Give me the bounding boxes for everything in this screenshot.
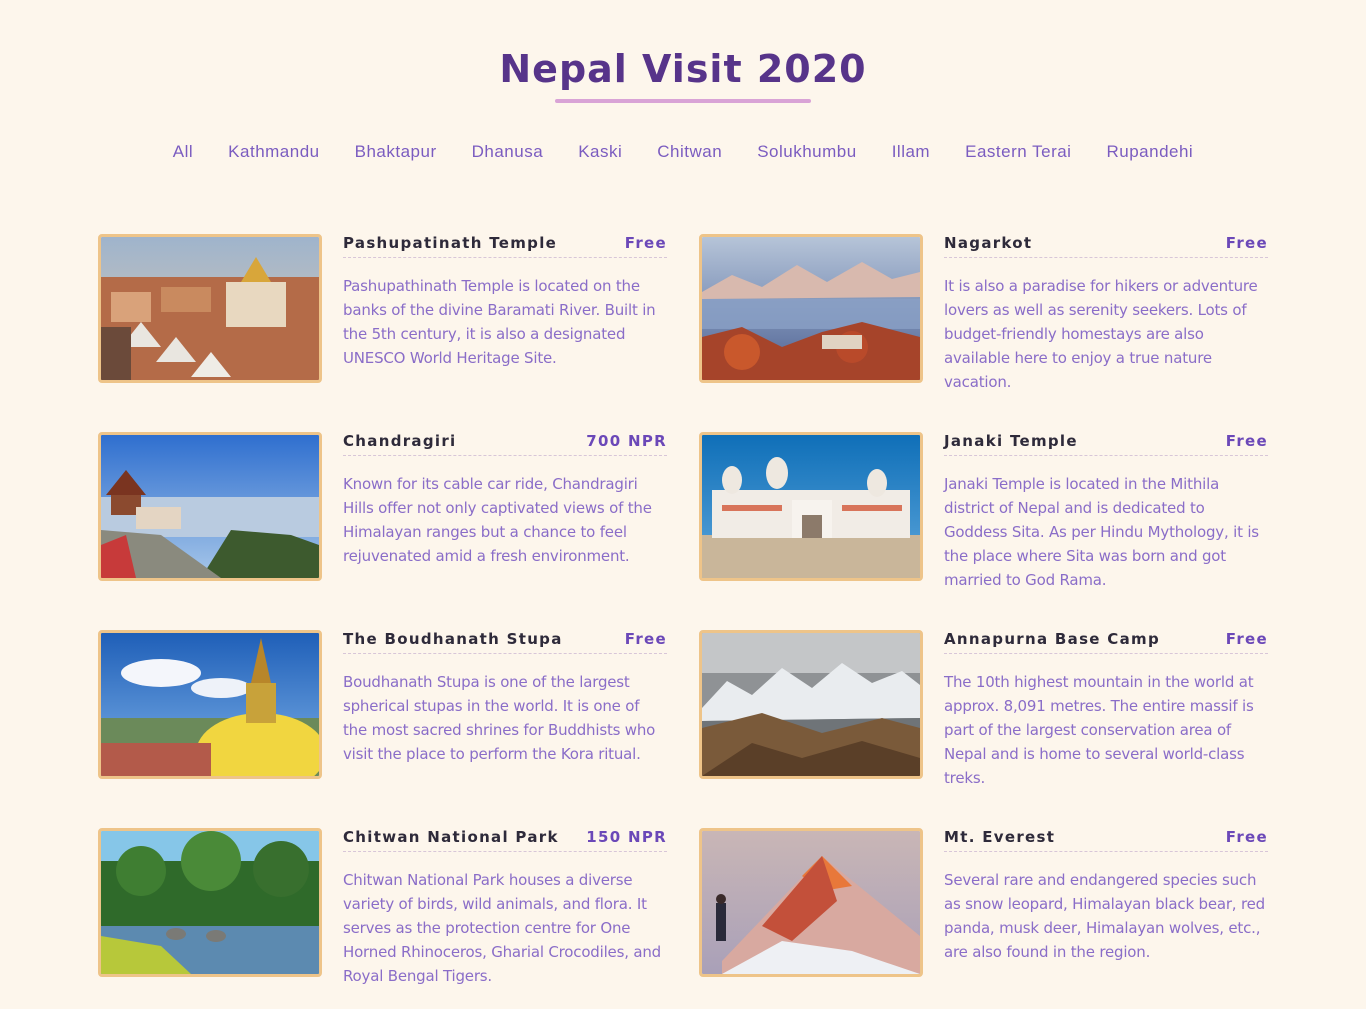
destination-name[interactable]: The Boudhanath Stupa — [343, 630, 563, 648]
destination-name[interactable]: Chitwan National Park — [343, 828, 559, 846]
jungle-river-image[interactable] — [98, 828, 322, 977]
hilltop-temple-image[interactable] — [98, 432, 322, 581]
destination-card: Chitwan National Park 150 NPR Chitwan Na… — [98, 828, 667, 985]
snow-range-image[interactable] — [699, 630, 923, 779]
destination-description: It is also a paradise for hikers or adve… — [944, 277, 1258, 391]
filter-all[interactable]: All — [173, 141, 193, 163]
card-header: Mt. Everest Free — [944, 828, 1268, 852]
card-info: The Boudhanath Stupa Free Boudhanath Stu… — [343, 630, 667, 778]
page-title: Nepal Visit 2020 — [499, 47, 867, 91]
card-header: Janaki Temple Free — [944, 432, 1268, 456]
destination-name[interactable]: Pashupatinath Temple — [343, 234, 557, 252]
filter-kaski[interactable]: Kaski — [578, 141, 622, 163]
white-palace-image[interactable] — [699, 432, 923, 581]
destination-description: Chitwan National Park houses a diverse v… — [343, 871, 661, 985]
destination-name[interactable]: Nagarkot — [944, 234, 1032, 252]
destination-description: The 10th highest mountain in the world a… — [944, 673, 1254, 787]
destination-price: 150 NPR — [586, 828, 667, 846]
stupa-image[interactable] — [98, 630, 322, 779]
destination-description: Pashupathinath Temple is located on the … — [343, 277, 656, 367]
destination-price: Free — [1225, 630, 1268, 648]
mountain-sunrise-image[interactable] — [699, 234, 923, 383]
card-info: Pashupatinath Temple Free Pashupathinath… — [343, 234, 667, 382]
filter-kathmandu[interactable]: Kathmandu — [228, 141, 319, 163]
destination-price: Free — [1225, 828, 1268, 846]
card-header: Nagarkot Free — [944, 234, 1268, 258]
card-header: The Boudhanath Stupa Free — [343, 630, 667, 654]
card-info: Annapurna Base Camp Free The 10th highes… — [944, 630, 1268, 787]
destination-grid: Pashupatinath Temple Free Pashupathinath… — [98, 234, 1268, 985]
card-info: Nagarkot Free It is also a paradise for … — [944, 234, 1268, 391]
temple-city-image[interactable] — [98, 234, 322, 383]
filter-rupandehi[interactable]: Rupandehi — [1106, 141, 1193, 163]
destination-card: Annapurna Base Camp Free The 10th highes… — [699, 630, 1268, 787]
destination-description: Boudhanath Stupa is one of the largest s… — [343, 673, 656, 763]
destination-name[interactable]: Mt. Everest — [944, 828, 1055, 846]
destination-description: Janaki Temple is located in the Mithila … — [944, 475, 1259, 589]
filter-eastern-terai[interactable]: Eastern Terai — [965, 141, 1071, 163]
filter-illam[interactable]: Illam — [892, 141, 930, 163]
card-header: Chitwan National Park 150 NPR — [343, 828, 667, 852]
filter-solukhumbu[interactable]: Solukhumbu — [757, 141, 857, 163]
card-header: Chandragiri 700 NPR — [343, 432, 667, 456]
destination-card: Janaki Temple Free Janaki Temple is loca… — [699, 432, 1268, 589]
card-header: Annapurna Base Camp Free — [944, 630, 1268, 654]
filter-bhaktapur[interactable]: Bhaktapur — [355, 141, 437, 163]
destination-card: Pashupatinath Temple Free Pashupathinath… — [98, 234, 667, 383]
destination-card: Chandragiri 700 NPR Known for its cable … — [98, 432, 667, 581]
destination-card: Mt. Everest Free Several rare and endang… — [699, 828, 1268, 977]
card-info: Janaki Temple Free Janaki Temple is loca… — [944, 432, 1268, 589]
destination-price: Free — [624, 234, 667, 252]
destination-price: Free — [1225, 234, 1268, 252]
card-info: Chitwan National Park 150 NPR Chitwan Na… — [343, 828, 667, 985]
everest-peak-image[interactable] — [699, 828, 923, 977]
filter-dhanusa[interactable]: Dhanusa — [472, 141, 544, 163]
card-header: Pashupatinath Temple Free — [343, 234, 667, 258]
destination-price: 700 NPR — [586, 432, 667, 450]
filter-bar: All Kathmandu Bhaktapur Dhanusa Kaski Ch… — [0, 141, 1366, 163]
destination-description: Several rare and endangered species such… — [944, 871, 1265, 961]
destination-card: Nagarkot Free It is also a paradise for … — [699, 234, 1268, 391]
destination-price: Free — [624, 630, 667, 648]
destination-card: The Boudhanath Stupa Free Boudhanath Stu… — [98, 630, 667, 779]
destination-name[interactable]: Janaki Temple — [944, 432, 1078, 450]
destination-name[interactable]: Chandragiri — [343, 432, 456, 450]
card-info: Chandragiri 700 NPR Known for its cable … — [343, 432, 667, 580]
title-underline — [555, 99, 811, 103]
destination-name[interactable]: Annapurna Base Camp — [944, 630, 1160, 648]
destination-description: Known for its cable car ride, Chandragir… — [343, 475, 652, 565]
filter-chitwan[interactable]: Chitwan — [657, 141, 722, 163]
page: Nepal Visit 2020 All Kathmandu Bhaktapur… — [0, 0, 1366, 1009]
destination-price: Free — [1225, 432, 1268, 450]
card-info: Mt. Everest Free Several rare and endang… — [944, 828, 1268, 976]
